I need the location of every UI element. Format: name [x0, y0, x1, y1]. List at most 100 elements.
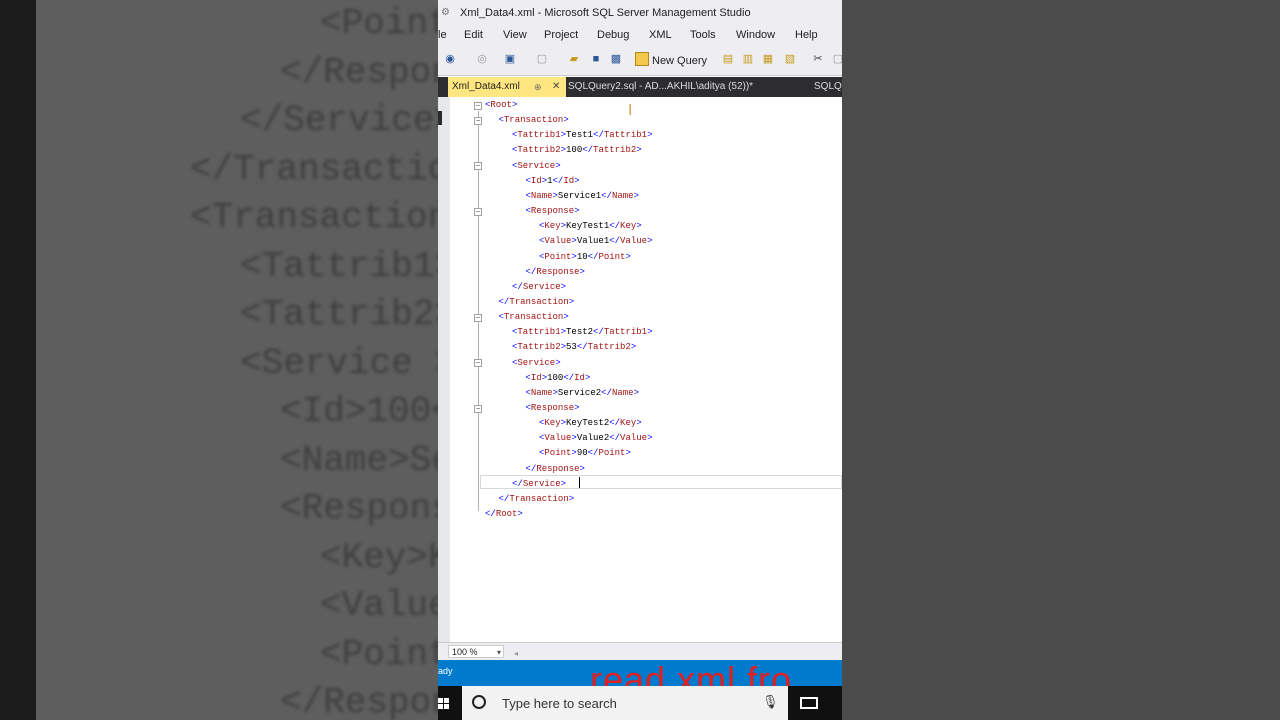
- text-value: Service1: [557, 190, 602, 201]
- xml-line: <Key>KeyTest1</Key>: [539, 219, 642, 234]
- blurred-background-left: <Point </Respons </Service> </Transactio <Tr…: [0, 0, 438, 720]
- window-title: Xml_Data4.xml - Microsoft SQL Server Man…: [460, 7, 751, 19]
- ibeam-cursor-icon: I: [628, 102, 633, 119]
- tag-name: Id: [563, 175, 575, 186]
- query-db-icon[interactable]: ▤: [722, 53, 734, 65]
- bracket: >: [625, 251, 631, 262]
- open-folder-icon[interactable]: ▰: [568, 53, 580, 65]
- tag-name: Name: [530, 190, 553, 201]
- menu-bar: le Edit View Project Debug XML Tools Win…: [438, 27, 842, 45]
- save-icon[interactable]: ■: [590, 53, 602, 65]
- tag-name: Point: [544, 448, 572, 459]
- text-value: 90: [576, 448, 588, 459]
- xml-line: </Service>: [512, 280, 566, 295]
- bracket: </: [593, 130, 604, 141]
- menu-file[interactable]: le: [438, 29, 447, 41]
- bracket: </: [576, 342, 588, 353]
- blurred-code: <Point </Respons </Service> </Transactio <Tr…: [190, 0, 438, 720]
- bracket: </: [609, 418, 621, 429]
- menu-view[interactable]: View: [503, 29, 527, 41]
- bracket: </: [593, 327, 604, 338]
- tag-name: Tattrib1: [517, 327, 561, 338]
- xml-line: <Id>100</Id>: [526, 371, 591, 386]
- blurred-line: <Value: [320, 585, 438, 626]
- scroll-left-icon[interactable]: ◂: [514, 649, 518, 658]
- collapse-icon[interactable]: −: [474, 162, 482, 171]
- bracket: >: [633, 387, 639, 398]
- bracket: >: [579, 266, 585, 277]
- tag-name: Name: [611, 387, 634, 398]
- new-query-button[interactable]: New Query: [635, 52, 707, 67]
- tab-sqlquery-more[interactable]: SQLQ: [814, 77, 842, 97]
- tag-name: Name: [530, 387, 553, 398]
- tag-name: Id: [574, 372, 585, 383]
- tag-name: Response: [530, 206, 575, 217]
- bracket: </: [609, 433, 621, 444]
- query-dmx-icon[interactable]: ▧: [784, 53, 796, 65]
- blurred-line: <Service >: [240, 342, 438, 384]
- query-analysis-icon[interactable]: ▥: [742, 53, 754, 65]
- menu-xml[interactable]: XML: [649, 29, 672, 41]
- cut-icon[interactable]: ✂: [812, 53, 824, 65]
- bracket: >: [574, 175, 580, 186]
- close-tab-icon[interactable]: ✕: [552, 77, 560, 97]
- xml-line: <Value>Value1</Value>: [539, 234, 652, 249]
- bracket: >: [560, 478, 567, 489]
- windows-taskbar: Type here to search 🎙: [438, 686, 842, 720]
- text-value: Test2: [566, 327, 594, 338]
- add-item-icon[interactable]: ▢: [536, 53, 548, 65]
- windows-start-icon[interactable]: [438, 698, 450, 710]
- tag-name: Tattrib2: [517, 342, 561, 353]
- blurred-line: <Transaction: [190, 197, 438, 238]
- task-view-icon[interactable]: [800, 697, 818, 709]
- collapse-icon[interactable]: −: [474, 404, 482, 413]
- microphone-icon[interactable]: 🎙: [762, 695, 779, 709]
- bracket: </: [582, 145, 594, 156]
- taskbar-search[interactable]: Type here to search 🎙: [462, 686, 788, 720]
- xml-line: <Name>Service1</Name>: [526, 189, 639, 204]
- zoom-select[interactable]: 100 % ▾: [448, 645, 504, 658]
- tag-name: Id: [530, 372, 542, 383]
- blurred-line: </Transactio: [190, 148, 438, 190]
- text-value: 100: [566, 145, 583, 156]
- collapse-icon[interactable]: −: [474, 101, 482, 110]
- tab-xml-data4[interactable]: Xml_Data4.xml ⊕ ✕: [448, 77, 566, 97]
- blurred-line: <Id>100<: [280, 391, 438, 432]
- pin-icon[interactable]: ⊕: [534, 77, 542, 97]
- xml-line: </Transaction>: [499, 492, 575, 507]
- menu-debug[interactable]: Debug: [597, 29, 629, 41]
- bracket: </: [525, 266, 537, 277]
- tag-name: Response: [530, 403, 575, 413]
- xml-editor[interactable]: I <Root> − <Transaction> − <Tattrib1>Test1</…: [450, 97, 842, 642]
- bracket: >: [555, 160, 561, 171]
- menu-edit[interactable]: Edit: [464, 29, 483, 41]
- menu-window[interactable]: Window: [736, 29, 775, 41]
- collapse-icon[interactable]: −: [474, 116, 482, 125]
- xml-line: <Tattrib2>100</Tattrib2>: [512, 143, 642, 158]
- ssms-window: ⚙ Xml_Data4.xml - Microsoft SQL Server M…: [438, 0, 842, 720]
- menu-tools[interactable]: Tools: [690, 29, 716, 41]
- collapse-icon[interactable]: −: [474, 359, 482, 368]
- app-icon: ⚙: [441, 7, 450, 18]
- background-dark-strip: [0, 0, 36, 720]
- menu-help[interactable]: Help: [795, 29, 818, 41]
- tag-name: Root: [490, 100, 513, 110]
- query-mdx-icon[interactable]: ▦: [762, 53, 774, 65]
- save-all-icon[interactable]: ▩: [610, 53, 622, 65]
- xml-line: <Key>KeyTest2</Key>: [539, 416, 642, 431]
- tag-name: Service: [517, 160, 556, 171]
- new-project-icon[interactable]: ▣: [504, 53, 516, 65]
- bracket: </: [512, 478, 523, 489]
- fold-guide: [478, 111, 479, 511]
- tag-name: Point: [544, 251, 572, 262]
- collapse-icon[interactable]: −: [474, 207, 482, 216]
- back-icon[interactable]: ◉: [444, 53, 456, 65]
- tab-sqlquery2[interactable]: SQLQuery2.sql - AD...AKHIL\aditya (52))*: [568, 77, 753, 97]
- forward-icon[interactable]: ◎: [476, 53, 488, 65]
- bracket: >: [647, 130, 653, 141]
- collapse-icon[interactable]: −: [474, 313, 482, 322]
- menu-project[interactable]: Project: [544, 29, 578, 41]
- tag-name: Tattrib2: [517, 145, 561, 156]
- selection-marker: [438, 111, 442, 125]
- copy-icon[interactable]: ▢: [832, 53, 842, 65]
